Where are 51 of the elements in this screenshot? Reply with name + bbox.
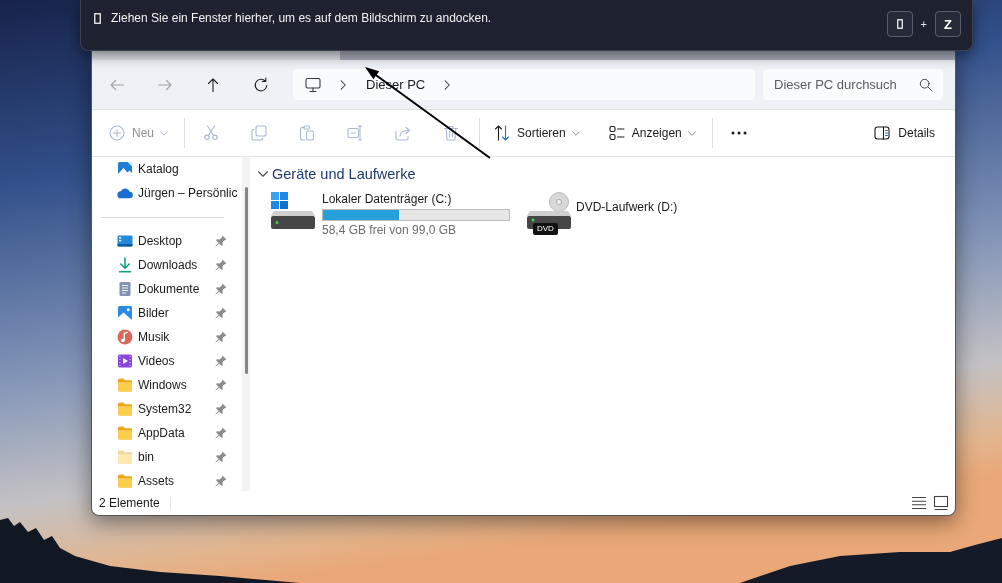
sidebar-item[interactable]: Assets <box>92 469 242 491</box>
scissors-icon <box>203 125 219 141</box>
drive-label[interactable]: Lokaler Datenträger (C:) <box>322 192 510 207</box>
storage-capacity-text: 58,4 GB frei von 99,0 GB <box>322 223 458 238</box>
up-arrow-icon <box>205 76 221 93</box>
sort-button[interactable]: Sortieren <box>486 117 588 149</box>
layout-icon <box>608 125 625 141</box>
sidebar-item[interactable]: Katalog <box>92 157 242 181</box>
sidebar-item[interactable]: Dokumente <box>92 277 242 301</box>
trash-icon <box>443 125 459 141</box>
snap-hint-text: Ziehen Sie ein Fenster hierher, um es auf dem Bildschirm zu andocken. <box>111 11 492 26</box>
hard-drive-icon <box>270 192 316 229</box>
chevron-right-icon <box>339 78 347 91</box>
search-field[interactable]: Dieser PC durchsuch <box>763 69 943 100</box>
tab[interactable] <box>92 51 340 60</box>
sidebar-item[interactable]: System32 <box>92 397 242 421</box>
sidebar-item[interactable]: bin <box>92 445 242 469</box>
sort-icon <box>494 125 510 141</box>
missing-glyph-icon <box>94 13 101 24</box>
details-pane-icon <box>874 125 891 141</box>
sidebar-item[interactable]: Videos <box>92 349 242 373</box>
drive-type-badge: DVD <box>533 223 558 235</box>
share-icon <box>395 125 411 141</box>
group-header[interactable]: Geräte und Laufwerke <box>258 162 416 186</box>
view-button[interactable]: Anzeigen <box>600 117 704 149</box>
keyboard-key: Z <box>935 11 961 37</box>
sidebar-item[interactable]: Musik <box>92 325 242 349</box>
sidebar-item[interactable]: Windows <box>92 373 242 397</box>
sidebar-item[interactable]: Bilder <box>92 301 242 325</box>
list-view-icon[interactable] <box>911 495 927 511</box>
search-icon <box>919 77 933 92</box>
chevron-right-icon <box>443 78 452 91</box>
monitor-icon <box>305 76 321 93</box>
disc-drive-icon <box>526 192 572 229</box>
missing-glyph-icon <box>896 19 903 29</box>
clipboard-icon <box>299 125 315 141</box>
drive-label[interactable]: DVD-Laufwerk (D:) <box>576 200 678 215</box>
sidebar-item[interactable]: Downloads <box>92 253 242 277</box>
scrollbar-thumb[interactable] <box>244 187 248 374</box>
more-icon <box>730 131 747 135</box>
rename-icon <box>347 125 363 141</box>
sidebar-item[interactable]: Jürgen – Persönlic <box>92 181 242 205</box>
sidebar-item[interactable]: Desktop <box>92 229 242 253</box>
tiles-view-icon[interactable] <box>933 495 949 511</box>
plus-circle-icon <box>109 125 125 141</box>
copy-icon <box>251 125 267 141</box>
refresh-icon <box>253 76 269 93</box>
details-pane-button[interactable]: Details <box>868 117 945 149</box>
item-count: 2 Elemente <box>99 496 160 510</box>
sidebar-item[interactable]: AppData <box>92 421 242 445</box>
key-combo-plus: + <box>920 18 927 30</box>
